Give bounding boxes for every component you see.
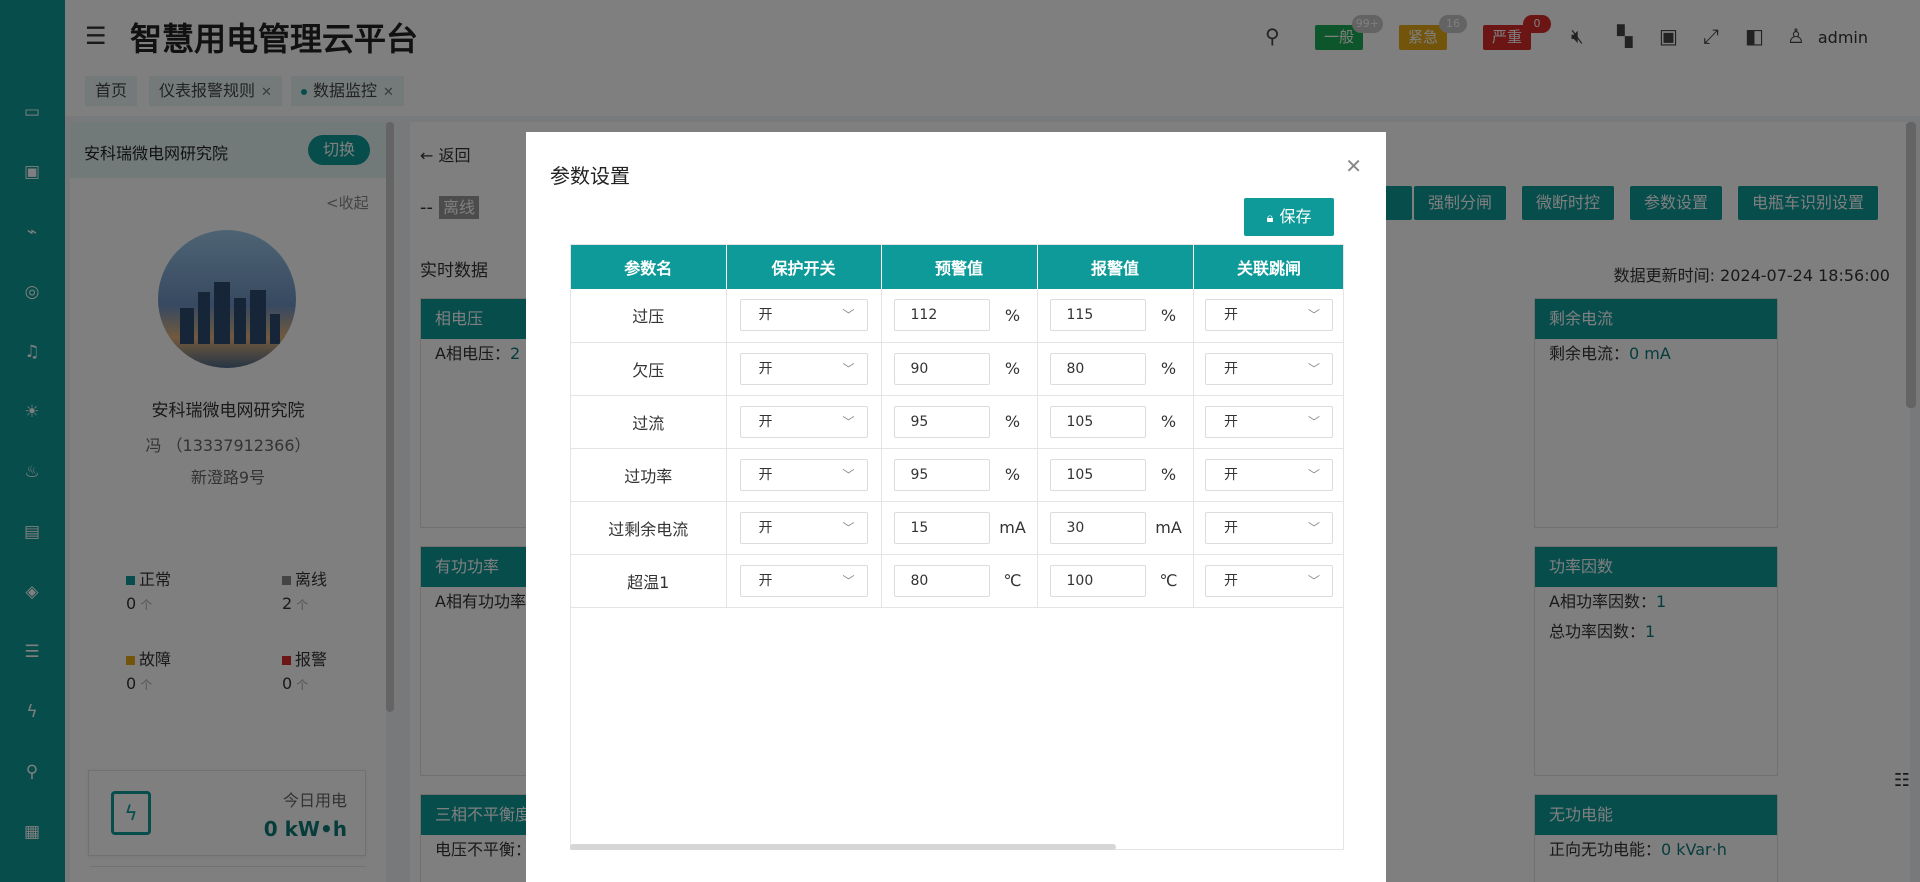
param-row: 过压开﹀%%开﹀ [571, 289, 1343, 343]
param-table-wrapper: 参数名 保护开关 预警值 报警值 关联跳闸 过压开﹀%%开﹀欠压开﹀%%开﹀过流… [570, 244, 1344, 850]
warn-value-input[interactable] [893, 458, 990, 491]
table-hscrollbar[interactable] [570, 844, 1116, 850]
chevron-down-icon: ﹀ [842, 361, 855, 376]
chevron-down-icon: ﹀ [842, 520, 855, 535]
warn-unit: % [1004, 465, 1021, 484]
chevron-down-icon: ﹀ [842, 414, 855, 429]
warn-value-input[interactable] [893, 511, 990, 544]
param-name: 欠压 [571, 342, 727, 396]
chevron-down-icon: ﹀ [1307, 573, 1320, 588]
param-table: 参数名 保护开关 预警值 报警值 关联跳闸 过压开﹀%%开﹀欠压开﹀%%开﹀过流… [571, 245, 1343, 608]
warn-unit: % [1004, 359, 1021, 378]
col-protect-switch: 保护开关 [726, 245, 882, 289]
close-icon[interactable]: ✕ [1345, 154, 1362, 178]
param-row: 欠压开﹀%%开﹀ [571, 342, 1343, 396]
alarm-value-input[interactable] [1049, 352, 1146, 385]
warn-unit: ℃ [1003, 571, 1022, 590]
linked-trip-select[interactable]: 开 ﹀ [1205, 458, 1333, 491]
alarm-unit: % [1160, 359, 1177, 378]
alarm-unit: % [1160, 305, 1177, 325]
warn-value-input[interactable] [893, 405, 990, 438]
chevron-down-icon: ﹀ [842, 573, 855, 588]
protect-switch-select[interactable]: 开 ﹀ [739, 352, 868, 385]
param-name: 过流 [571, 395, 727, 449]
protect-switch-select[interactable]: 开 ﹀ [739, 405, 868, 438]
protect-switch-select[interactable]: 开 ﹀ [739, 458, 868, 491]
linked-trip-select[interactable]: 开 ﹀ [1205, 352, 1333, 385]
warn-unit: % [1004, 305, 1021, 325]
param-row: 过剩余电流开﹀mAmA开﹀ [571, 501, 1343, 555]
lock-icon: 🔒︎ [1266, 211, 1274, 226]
alarm-value-input[interactable] [1049, 299, 1146, 332]
warn-value-input[interactable] [893, 299, 990, 332]
param-name: 过剩余电流 [571, 501, 727, 555]
save-button[interactable]: 🔒︎ 保存 [1244, 198, 1334, 236]
chevron-down-icon: ﹀ [842, 467, 855, 482]
linked-trip-select[interactable]: 开 ﹀ [1205, 299, 1333, 332]
param-row: 超温1 开﹀ ℃ ℃ 开﹀ [571, 554, 1343, 608]
warn-unit: % [1004, 412, 1021, 431]
alarm-value-input[interactable] [1049, 405, 1146, 438]
param-name: 超温1 [571, 554, 727, 608]
col-alarm-value: 报警值 [1037, 245, 1194, 289]
param-settings-modal: 参数设置 ✕ 🔒︎保存 参数名 保护开关 预警值 报警值 关联跳闸 过压开﹀%%… [526, 132, 1386, 882]
param-name: 过功率 [571, 448, 727, 502]
alarm-value-input[interactable] [1049, 511, 1146, 544]
col-warn-value: 预警值 [881, 245, 1038, 289]
warn-unit: mA [999, 518, 1026, 537]
warn-value-input[interactable] [893, 352, 990, 385]
col-param-name: 参数名 [571, 245, 727, 289]
protect-switch-select[interactable]: 开 ﹀ [739, 564, 868, 597]
linked-trip-select[interactable]: 开 ﹀ [1205, 564, 1333, 597]
protect-switch-select[interactable]: 开 ﹀ [739, 511, 868, 544]
alarm-unit: mA [1155, 518, 1182, 537]
chevron-down-icon: ﹀ [1307, 361, 1320, 376]
alarm-unit: % [1160, 412, 1177, 431]
alarm-value-input[interactable] [1049, 458, 1146, 491]
alarm-value-input[interactable] [1049, 564, 1146, 597]
param-name: 过压 [571, 289, 727, 343]
chevron-down-icon: ﹀ [1307, 467, 1320, 482]
chevron-down-icon: ﹀ [842, 308, 855, 323]
chevron-down-icon: ﹀ [1307, 520, 1320, 535]
param-row: 过流开﹀%%开﹀ [571, 395, 1343, 449]
warn-value-input[interactable] [893, 564, 990, 597]
linked-trip-select[interactable]: 开 ﹀ [1205, 405, 1333, 438]
chevron-down-icon: ﹀ [1307, 308, 1320, 323]
modal-title: 参数设置 [550, 164, 630, 188]
chevron-down-icon: ﹀ [1307, 414, 1320, 429]
linked-trip-select[interactable]: 开 ﹀ [1205, 511, 1333, 544]
alarm-unit: % [1160, 465, 1177, 484]
alarm-unit: ℃ [1159, 571, 1178, 590]
col-linked-trip: 关联跳闸 [1193, 245, 1343, 289]
param-row: 过功率开﹀%%开﹀ [571, 448, 1343, 502]
protect-switch-select[interactable]: 开 ﹀ [739, 299, 868, 332]
